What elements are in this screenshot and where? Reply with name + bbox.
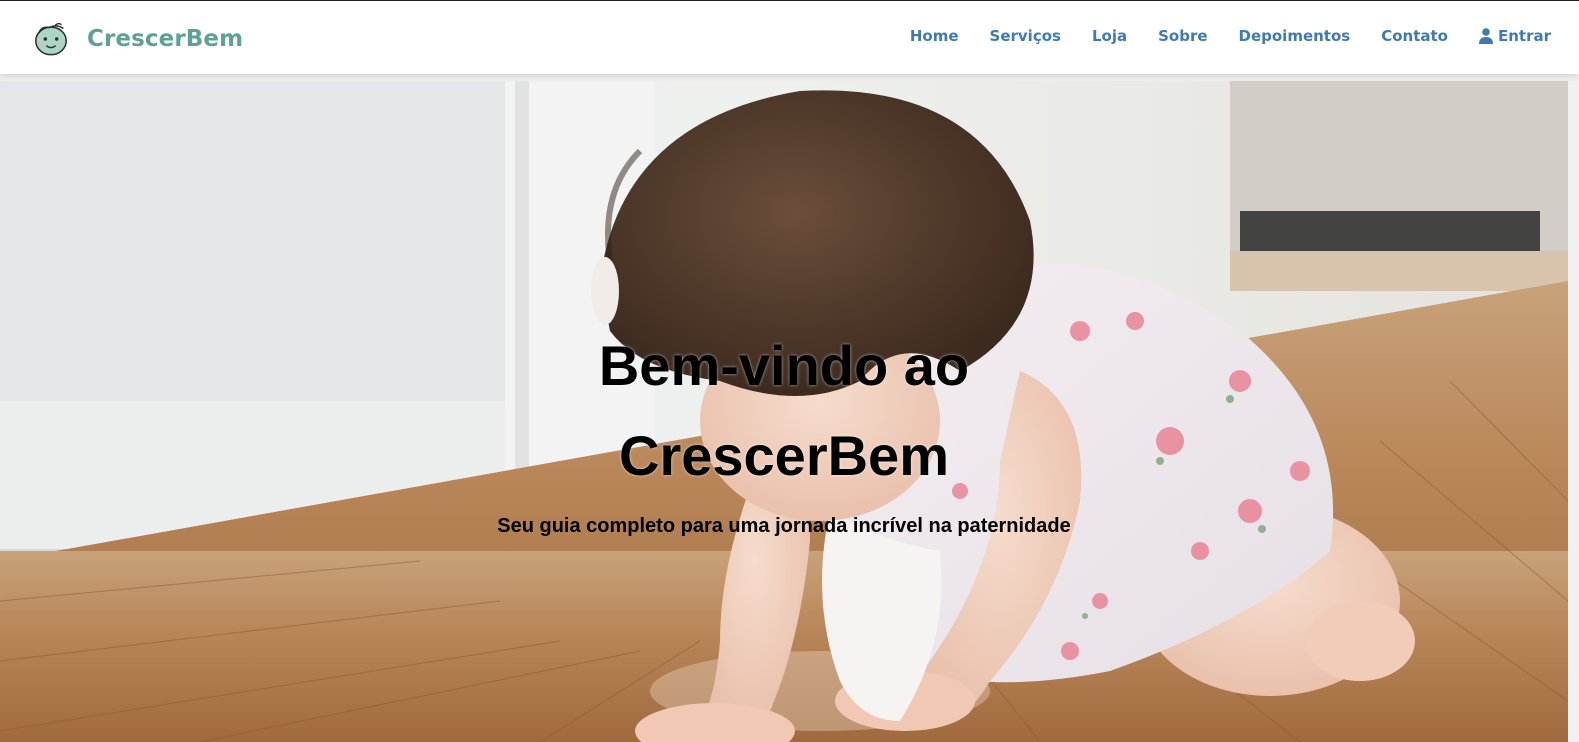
nav-contato[interactable]: Contato: [1381, 27, 1448, 45]
brand-name: CrescerBem: [87, 26, 244, 52]
nav-menu: Home Serviços Loja Sobre Depoimentos Con…: [879, 27, 1551, 45]
navbar-shadow-strip: [0, 74, 1579, 81]
nav-servicos[interactable]: Serviços: [990, 27, 1061, 45]
login-label: Entrar: [1497, 27, 1551, 45]
page-scrollbar[interactable]: [1568, 81, 1579, 742]
nav-home[interactable]: Home: [910, 27, 959, 45]
nav-sobre[interactable]: Sobre: [1158, 27, 1207, 45]
login-link[interactable]: Entrar: [1478, 27, 1551, 45]
hero-section: Bem-vindo ao CrescerBem Seu guia complet…: [0, 81, 1568, 742]
nav-depoimentos[interactable]: Depoimentos: [1239, 27, 1351, 45]
hero-subtitle: Seu guia completo para uma jornada incrí…: [497, 515, 1071, 537]
navbar: CrescerBem Home Serviços Loja Sobre Depo…: [0, 0, 1579, 74]
user-icon: [1478, 28, 1493, 44]
baby-face-icon: [35, 22, 67, 56]
brand-link[interactable]: CrescerBem: [32, 19, 243, 59]
nav-loja[interactable]: Loja: [1092, 27, 1127, 45]
hero-title: Bem-vindo ao CrescerBem: [598, 334, 970, 487]
hero-content: Bem-vindo ao CrescerBem Seu guia complet…: [0, 81, 1568, 742]
